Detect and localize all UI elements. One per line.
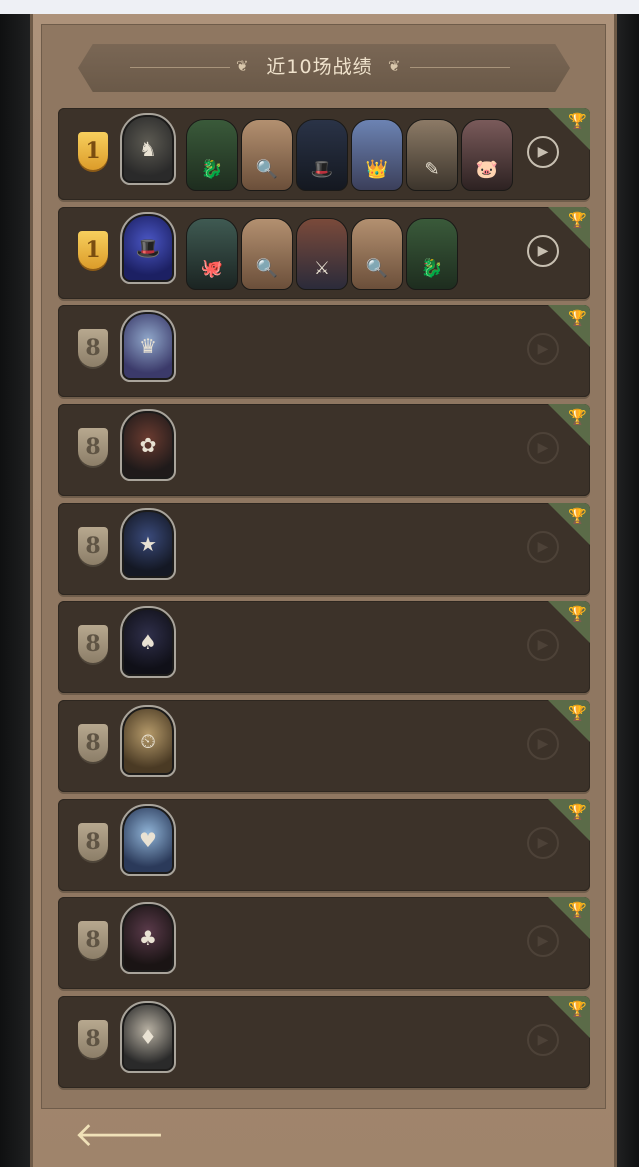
team-member-portrait-icon[interactable]: ✎ — [406, 119, 458, 191]
trophy-cups-icon: 🏆 — [568, 803, 587, 821]
hero-portrait-icon[interactable]: ♦ — [120, 1001, 176, 1073]
match-record-row[interactable]: 🏆 8 ⏲ ▶ — [58, 700, 590, 792]
rank-badge: 1 — [78, 132, 108, 170]
replay-play-icon: ▶ — [527, 531, 559, 563]
match-record-row[interactable]: 🏆 8 ★ ▶ — [58, 503, 590, 595]
top-status-strip — [0, 0, 639, 14]
team-member-portrait-icon[interactable]: 👑 — [351, 119, 403, 191]
replay-play-icon: ▶ — [527, 1024, 559, 1056]
rank-badge: 8 — [78, 625, 108, 663]
trophy-cups-icon: 🏆 — [568, 408, 587, 426]
replay-play-icon: ▶ — [527, 827, 559, 859]
back-arrow-icon[interactable]: 🡐 — [74, 1117, 165, 1153]
team-member-portrait-icon[interactable]: ⚔ — [296, 218, 348, 290]
match-record-row[interactable]: 🏆 8 ♠ ▶ — [58, 601, 590, 693]
trophy-cups-icon: 🏆 — [568, 605, 587, 623]
replay-play-icon: ▶ — [527, 432, 559, 464]
rank-badge: 8 — [78, 527, 108, 565]
hero-portrait-icon[interactable]: ♠ — [120, 606, 176, 678]
match-record-row[interactable]: 🏆 8 ✿ ▶ — [58, 404, 590, 496]
team-member-portrait-icon[interactable]: 🎩 — [296, 119, 348, 191]
replay-play-icon: ▶ — [527, 925, 559, 957]
rank-badge: 8 — [78, 428, 108, 466]
team-member-portrait-icon[interactable]: 🐉 — [186, 119, 238, 191]
rank-badge: 8 — [78, 1020, 108, 1058]
replay-play-icon[interactable]: ▶ — [527, 136, 559, 168]
trophy-cups-icon: 🏆 — [568, 211, 587, 229]
replay-play-icon: ▶ — [527, 728, 559, 760]
team-member-portrait-icon[interactable]: 🐙 — [186, 218, 238, 290]
replay-play-icon: ▶ — [527, 333, 559, 365]
hero-portrait-icon[interactable]: 🎩 — [120, 212, 176, 284]
trophy-cups-icon: 🏆 — [568, 704, 587, 722]
hero-portrait-icon[interactable]: ♞ — [120, 113, 176, 185]
team-member-portrait-icon[interactable]: 🔍 — [351, 218, 403, 290]
match-record-row[interactable]: 🏆 8 ♦ ▶ — [58, 996, 590, 1088]
team-lineup: 🐙 🔍 ⚔ 🔍 🐉 — [186, 218, 458, 290]
team-member-portrait-icon[interactable]: 🔍 — [241, 218, 293, 290]
rank-badge: 8 — [78, 921, 108, 959]
rank-badge: 8 — [78, 724, 108, 762]
hero-portrait-icon[interactable]: ♣ — [120, 902, 176, 974]
team-member-portrait-icon[interactable]: 🐷 — [461, 119, 513, 191]
left-background — [0, 14, 30, 1167]
replay-play-icon: ▶ — [527, 629, 559, 661]
match-record-row[interactable]: 🏆 8 ♛ ▶ — [58, 305, 590, 397]
hero-portrait-icon[interactable]: ♥ — [120, 804, 176, 876]
trophy-cups-icon: 🏆 — [568, 309, 587, 327]
page-title: 近10场战绩 — [266, 56, 373, 78]
hero-portrait-icon[interactable]: ★ — [120, 508, 176, 580]
team-member-portrait-icon[interactable]: 🐉 — [406, 218, 458, 290]
match-record-row[interactable]: 🏆 1 ♞ 🐉 🔍 🎩 👑 ✎ 🐷 ▶ — [58, 108, 590, 200]
trophy-cups-icon: 🏆 — [568, 112, 587, 130]
hero-portrait-icon[interactable]: ♛ — [120, 310, 176, 382]
trophy-cups-icon: 🏆 — [568, 1000, 587, 1018]
hero-portrait-icon[interactable]: ✿ — [120, 409, 176, 481]
match-record-row[interactable]: 🏆 8 ♣ ▶ — [58, 897, 590, 989]
replay-play-icon[interactable]: ▶ — [527, 235, 559, 267]
trophy-cups-icon: 🏆 — [568, 507, 587, 525]
team-member-portrait-icon[interactable]: 🔍 — [241, 119, 293, 191]
rank-badge: 8 — [78, 329, 108, 367]
trophy-cups-icon: 🏆 — [568, 901, 587, 919]
match-record-row[interactable]: 🏆 1 🎩 🐙 🔍 ⚔ 🔍 🐉 ▶ — [58, 207, 590, 299]
match-record-row[interactable]: 🏆 8 ♥ ▶ — [58, 799, 590, 891]
hero-portrait-icon[interactable]: ⏲ — [120, 705, 176, 777]
rank-badge: 1 — [78, 231, 108, 269]
team-lineup: 🐉 🔍 🎩 👑 ✎ 🐷 — [186, 119, 513, 191]
rank-badge: 8 — [78, 823, 108, 861]
